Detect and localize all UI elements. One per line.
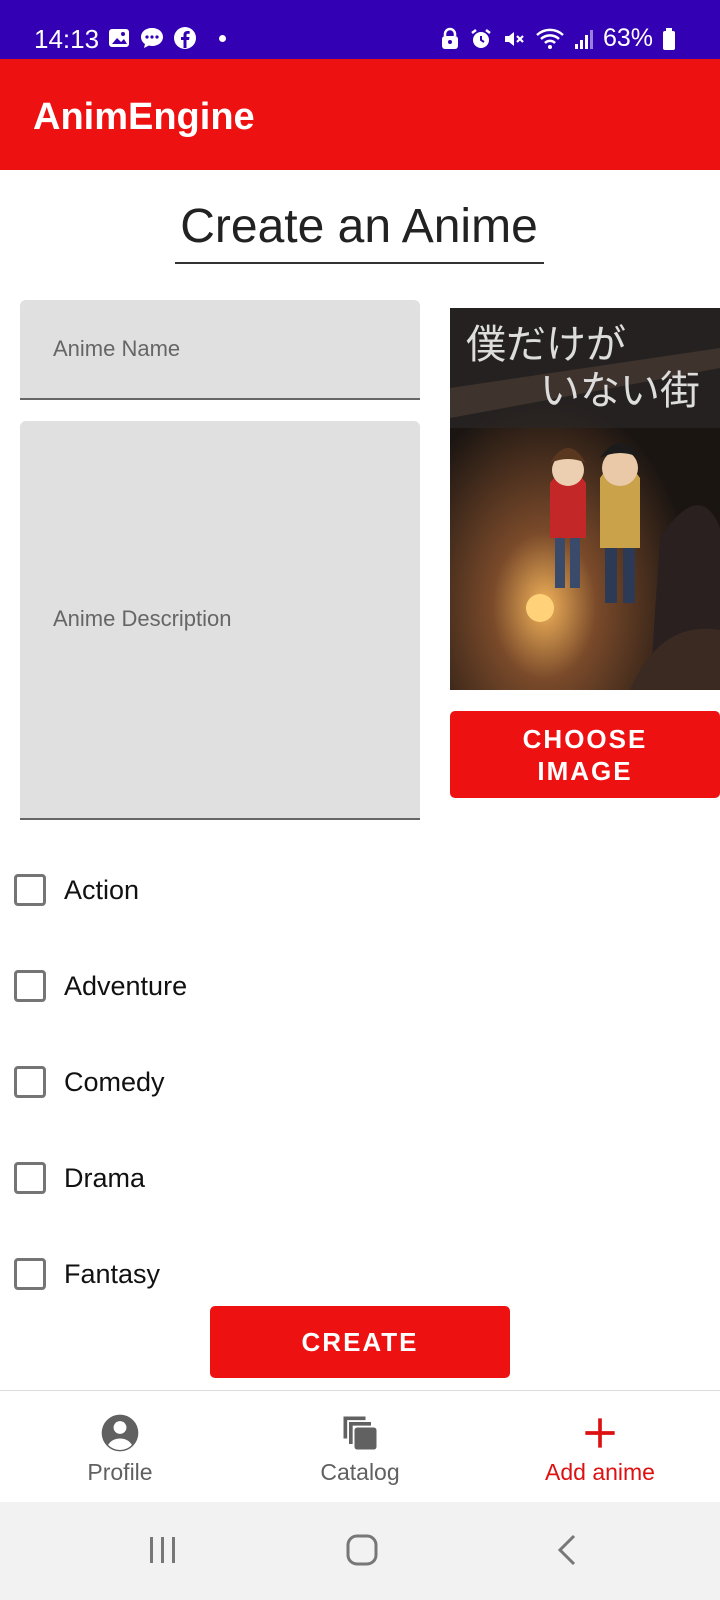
anime-description-placeholder: Anime Description xyxy=(53,606,232,631)
wifi-icon xyxy=(536,28,564,49)
create-button[interactable]: CREATE xyxy=(210,1306,510,1378)
system-navigation-bar xyxy=(0,1502,720,1600)
chat-bubble-icon xyxy=(141,28,163,48)
checkbox-box[interactable] xyxy=(14,970,46,1002)
checkbox-box[interactable] xyxy=(14,1258,46,1290)
checkbox-box[interactable] xyxy=(14,1066,46,1098)
status-time: 14:13 xyxy=(34,24,100,54)
signal-icon xyxy=(574,29,593,49)
bottom-navigation: Profile Catalog Add anime xyxy=(0,1390,720,1503)
notification-icons xyxy=(107,26,226,50)
account-circle-icon xyxy=(101,1414,139,1452)
alarm-icon xyxy=(471,28,491,48)
nav-item-catalog[interactable]: Catalog xyxy=(260,1409,460,1486)
status-bar: 14:13 63% xyxy=(0,0,720,59)
genre-label: Comedy xyxy=(64,1066,165,1097)
mute-icon xyxy=(504,31,524,46)
home-icon[interactable] xyxy=(344,1532,380,1568)
genre-checkbox-action[interactable]: Action xyxy=(14,874,139,906)
genre-checkbox-drama[interactable]: Drama xyxy=(14,1162,145,1194)
genre-checkbox-comedy[interactable]: Comedy xyxy=(14,1066,165,1098)
title-underline xyxy=(175,262,544,264)
nav-label-profile: Profile xyxy=(87,1459,153,1485)
genre-label: Action xyxy=(64,874,140,905)
genre-label: Fantasy xyxy=(64,1258,161,1289)
back-icon[interactable] xyxy=(550,1532,586,1568)
app-title: AnimEngine xyxy=(33,96,255,138)
genre-checkbox-adventure[interactable]: Adventure xyxy=(14,970,187,1002)
plus-icon xyxy=(585,1418,615,1448)
poster-title-line1: 僕だけが xyxy=(466,322,626,368)
choose-image-label: CHOOSE IMAGE xyxy=(522,723,648,786)
system-status-icons: 63% xyxy=(440,24,676,53)
genre-checkbox-fantasy[interactable]: Fantasy xyxy=(14,1258,160,1290)
recent-apps-icon[interactable] xyxy=(145,1532,181,1568)
nav-item-profile[interactable]: Profile xyxy=(20,1409,220,1486)
gallery-icon xyxy=(109,29,129,47)
create-label: CREATE xyxy=(301,1326,419,1357)
anime-name-placeholder: Anime Name xyxy=(53,336,181,361)
choose-image-button[interactable]: CHOOSE IMAGE xyxy=(450,711,720,798)
anime-description-field[interactable]: Anime Description xyxy=(20,421,420,820)
anime-poster-image: 僕だけが いない街 xyxy=(450,308,720,690)
battery-percent: 63% xyxy=(602,24,653,52)
poster-title-line2: いない街 xyxy=(540,368,700,414)
catalog-stack-icon xyxy=(343,1416,377,1450)
nav-label-catalog: Catalog xyxy=(320,1459,400,1485)
checkbox-box[interactable] xyxy=(14,1162,46,1194)
anime-name-field[interactable]: Anime Name xyxy=(20,300,420,400)
nav-item-add-anime[interactable]: Add anime xyxy=(500,1409,700,1486)
checkbox-box[interactable] xyxy=(14,874,46,906)
dot-icon xyxy=(219,34,226,42)
nav-label-add-anime: Add anime xyxy=(545,1459,655,1485)
genre-label: Drama xyxy=(64,1162,146,1193)
battery-icon xyxy=(663,27,675,50)
facebook-icon xyxy=(174,27,196,49)
page-title: Create an Anime xyxy=(180,200,538,253)
lock-icon xyxy=(441,27,458,49)
genre-label: Adventure xyxy=(64,970,188,1001)
